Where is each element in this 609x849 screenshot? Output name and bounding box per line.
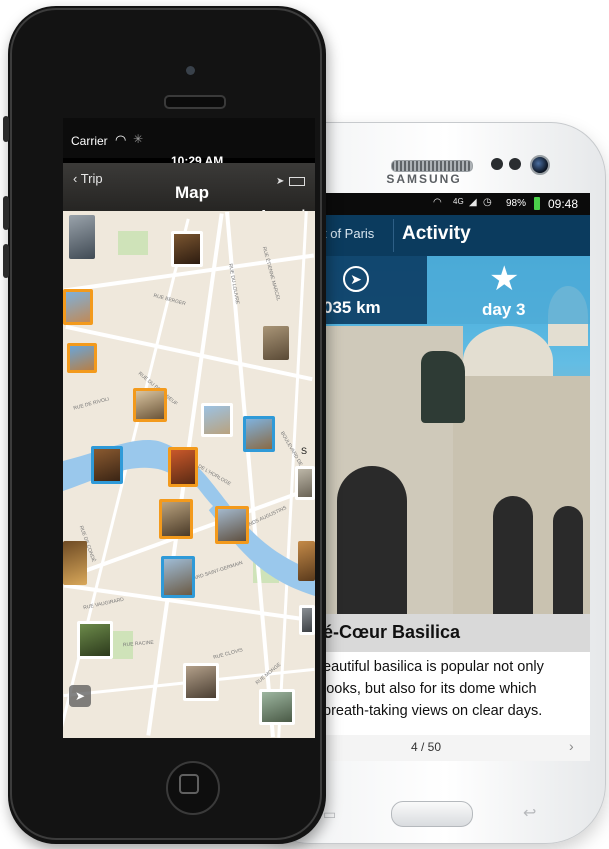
photo-pin[interactable] [298, 541, 315, 581]
photo-pin[interactable] [159, 499, 193, 539]
photo-pin[interactable] [171, 231, 203, 267]
photo-pin[interactable] [161, 556, 195, 598]
back-button[interactable]: ‹ Trip [73, 171, 103, 186]
basilica-photo: ➤ 035 km ★ day 3 [323, 256, 590, 614]
back-title[interactable]: t of Paris [323, 226, 374, 241]
navigation-icon: ➤ [343, 266, 369, 292]
wifi-icon: ◠ [433, 197, 442, 208]
description-line: eautiful basilica is popular not only [323, 659, 544, 675]
signal-icon: ◢ [469, 197, 477, 208]
iphone: Carrier ◠ ✳ 10:29 AM ‹ Trip Map ➤ Around [3, 6, 326, 844]
photo-pin[interactable] [259, 689, 295, 725]
photo-pin[interactable] [168, 447, 198, 487]
distance-panel: ➤ 035 km [323, 256, 427, 324]
photo-pin[interactable] [77, 621, 113, 659]
day-value: day 3 [482, 300, 526, 319]
battery-icon [534, 197, 540, 210]
photo-pin[interactable] [67, 343, 97, 373]
wifi-icon: ◠ [115, 132, 127, 147]
activity-spinner-icon: ✳ [133, 132, 144, 146]
place-name-bar: é-Cœur Basilica [323, 614, 590, 652]
side-arch [493, 496, 533, 614]
nav-bar: ‹ Trip Map ➤ Around [63, 163, 315, 222]
front-camera [530, 155, 550, 175]
description-line: looks, but also for its dome which [323, 681, 537, 697]
light-sensor [509, 158, 521, 170]
earpiece-speaker [164, 95, 226, 109]
map-edge-label: S [301, 446, 308, 456]
page-title: Map [175, 183, 209, 202]
mute-switch[interactable] [3, 116, 9, 142]
day-panel: ★ day 3 [427, 256, 590, 324]
page-indicator: 4 / 50 [411, 740, 442, 754]
photo-pin[interactable] [63, 289, 93, 325]
alarm-icon: ◷ [483, 197, 492, 208]
header-divider [393, 219, 394, 252]
brand-logo: SAMSUNG [386, 172, 462, 186]
status-bar: Carrier ◠ ✳ 10:29 AM [63, 118, 315, 168]
description-area: eautiful basilica is popular not only lo… [323, 652, 590, 735]
place-name: é-Cœur Basilica [323, 622, 461, 642]
app-header: t of Paris Activity [323, 215, 590, 256]
samsung-screen: ◠ 4G ◢ ◷ 98% 09:48 t of Paris Activity ➤… [323, 193, 590, 761]
battery-icon [289, 177, 305, 186]
map-view[interactable]: RUE BERGER RUE DU LOUVRE RUE DE RIVOLI R… [63, 211, 315, 738]
status-bar: ◠ 4G ◢ ◷ 98% 09:48 [323, 193, 590, 215]
photo-pin[interactable] [133, 388, 167, 422]
locate-me-icon[interactable]: ➤ [69, 685, 91, 707]
photo-pin[interactable] [243, 416, 275, 452]
photo-pin[interactable] [295, 466, 315, 500]
photo-pin[interactable] [299, 605, 315, 635]
back-key-icon[interactable]: ↩ [523, 803, 536, 823]
chevron-right-icon[interactable]: › [569, 738, 574, 754]
iphone-screen: Carrier ◠ ✳ 10:29 AM ‹ Trip Map ➤ Around [63, 118, 315, 738]
description-line: breath-taking views on clear days. [323, 703, 543, 719]
description-text: eautiful basilica is popular not only lo… [323, 656, 585, 722]
battery-percent: 98% [506, 198, 527, 209]
volume-down-button[interactable] [3, 244, 9, 278]
location-arrow-icon: ➤ [276, 176, 285, 187]
photo-pin[interactable] [201, 403, 233, 437]
photo-pin[interactable] [63, 541, 87, 585]
home-square-icon [179, 774, 199, 794]
pager: 4 / 50 › [323, 735, 590, 761]
photo-pin[interactable] [183, 663, 219, 701]
photo-pin[interactable] [263, 326, 289, 360]
photo-pin[interactable] [215, 506, 249, 544]
front-camera [186, 66, 195, 75]
equestrian-statue [421, 351, 465, 423]
page-title: Activity [402, 223, 471, 244]
proximity-sensor [491, 158, 503, 170]
volume-up-button[interactable] [3, 196, 9, 230]
menu-key-icon[interactable]: ▭ [323, 806, 336, 823]
carrier-label: Carrier [71, 134, 108, 148]
photo-pin[interactable] [91, 446, 123, 484]
photo-pin[interactable] [69, 215, 95, 259]
home-button[interactable] [391, 801, 473, 827]
earpiece-speaker [391, 160, 473, 172]
distance-value: 035 km [323, 298, 381, 317]
main-arch [337, 466, 407, 614]
star-icon: ★ [489, 260, 520, 298]
side-arch-2 [553, 506, 583, 614]
status-time: 09:48 [548, 197, 579, 211]
network-type: 4G [453, 197, 464, 206]
